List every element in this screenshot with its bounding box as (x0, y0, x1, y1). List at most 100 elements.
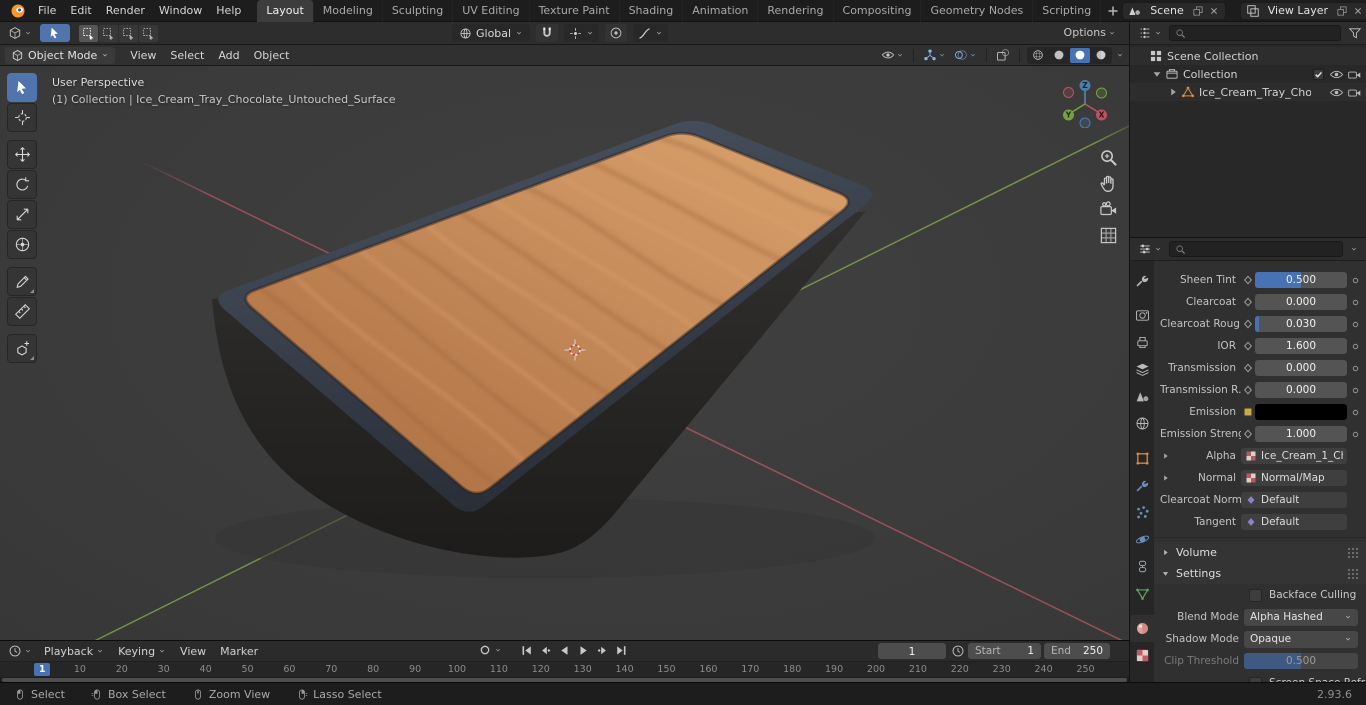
animate-decorator[interactable] (1349, 362, 1362, 375)
tab-world[interactable] (1130, 410, 1154, 437)
backface-culling-checkbox[interactable] (1249, 588, 1262, 602)
tab-object[interactable] (1130, 445, 1154, 472)
menu-item[interactable]: Help (209, 1, 248, 20)
hide-in-viewport-toggle[interactable] (1329, 67, 1344, 82)
panel-drag-grip[interactable] (1347, 568, 1360, 579)
select-mode-extend[interactable] (99, 24, 118, 42)
timeline-menu-item[interactable]: Keying (111, 643, 173, 660)
tool-transform[interactable] (7, 230, 37, 259)
node-socket-icon[interactable] (1241, 383, 1255, 397)
value-slider[interactable]: 0.000 (1255, 382, 1347, 398)
remove-view-layer-button[interactable] (1352, 5, 1364, 17)
properties-search[interactable] (1169, 241, 1343, 257)
value-slider[interactable]: 0.000 (1255, 360, 1347, 376)
tab-tool[interactable] (1130, 267, 1154, 294)
animate-decorator[interactable] (1349, 428, 1362, 441)
select-mode-set[interactable] (79, 24, 98, 42)
animate-decorator[interactable] (1349, 318, 1362, 331)
add-workspace-button[interactable] (1105, 3, 1121, 19)
workspace-tab[interactable]: Sculpting (383, 0, 454, 22)
tool-annotate[interactable] (7, 267, 37, 296)
unlink-scene-button[interactable] (1208, 5, 1220, 17)
node-socket-icon[interactable] (1241, 405, 1255, 419)
gizmo-axis-y-negative[interactable] (1096, 87, 1107, 99)
tab-material[interactable] (1130, 615, 1154, 642)
gizmo-axis-x-negative[interactable] (1063, 87, 1074, 98)
dropdown-field[interactable]: Default (1241, 514, 1347, 530)
menu-item[interactable]: Render (99, 1, 152, 20)
animate-decorator[interactable] (1349, 274, 1362, 287)
tab-scene[interactable] (1130, 383, 1154, 410)
timeline-menu-item[interactable]: Marker (213, 643, 265, 660)
frame-start-field[interactable]: Start 1 (968, 643, 1041, 659)
texture-field[interactable]: Ice_Cream_1_Choc... (1241, 448, 1347, 464)
properties-filter-button[interactable] (1347, 243, 1361, 255)
properties-editor-type-button[interactable] (1135, 240, 1165, 258)
outliner-row[interactable]: Scene Collection (1130, 47, 1366, 65)
current-frame-field[interactable]: 1 (878, 643, 946, 659)
workspace-tab[interactable]: Animation (683, 0, 759, 22)
disclosure-icon[interactable] (1149, 67, 1165, 81)
jump-to-start-button[interactable] (518, 643, 535, 658)
animate-decorator[interactable] (1349, 340, 1362, 353)
show-gizmos-toggle[interactable] (921, 47, 948, 63)
tab-modifiers[interactable] (1130, 472, 1154, 499)
select-mode-subtract[interactable] (119, 24, 138, 42)
tab-texture[interactable] (1130, 642, 1154, 669)
tab-particles[interactable] (1130, 499, 1154, 526)
proportional-falloff-dropdown[interactable] (633, 24, 669, 42)
3d-viewport[interactable]: User Perspective (1) Collection | Ice_Cr… (0, 66, 1129, 640)
value-slider[interactable]: 0.030 (1255, 316, 1347, 332)
disable-in-renders-toggle[interactable] (1347, 67, 1362, 82)
panel-drag-grip[interactable] (1347, 547, 1360, 558)
toggle-projection-button[interactable] (1099, 226, 1118, 245)
xray-toggle[interactable] (994, 47, 1012, 63)
volume-panel-header[interactable]: Volume (1154, 542, 1366, 563)
timeline-menu-item[interactable]: Playback (37, 643, 111, 660)
expand-icon[interactable] (1160, 449, 1171, 463)
disable-in-renders-toggle[interactable] (1347, 85, 1362, 100)
node-socket-icon[interactable] (1241, 427, 1255, 441)
shading-options-chevron-icon[interactable] (1116, 51, 1124, 59)
blend-mode-dropdown[interactable]: Alpha Hashed (1244, 608, 1358, 626)
expand-icon[interactable] (1160, 471, 1171, 485)
outliner-search-input[interactable] (1190, 26, 1335, 40)
timeline-editor-type-button[interactable] (5, 642, 35, 660)
animate-decorator[interactable] (1349, 406, 1362, 419)
tool-scale[interactable] (7, 200, 37, 229)
workspace-tab[interactable]: Geometry Nodes (921, 0, 1034, 22)
properties-search-input[interactable] (1190, 242, 1337, 256)
hide-in-viewport-toggle[interactable] (1329, 85, 1344, 100)
tool-add-cube[interactable] (7, 334, 37, 363)
select-mode-intersect[interactable] (139, 24, 158, 42)
new-scene-button[interactable] (1192, 5, 1204, 17)
tab-object-data[interactable] (1130, 580, 1154, 607)
timeline-ruler[interactable]: 10 20 30 40 50 60 70 80 90 100 110 120 130 140 150 160 1… (0, 661, 1129, 677)
outliner-row[interactable]: Collection (1130, 65, 1366, 83)
add-view-layer-button[interactable] (1336, 5, 1348, 17)
workspace-tab[interactable]: Rendering (758, 0, 834, 22)
tool-cursor[interactable] (7, 103, 37, 132)
editor-type-button[interactable] (5, 24, 35, 42)
animate-decorator[interactable] (1349, 384, 1362, 397)
tool-measure[interactable] (7, 297, 37, 326)
clip-threshold-slider[interactable]: 0.500 (1244, 653, 1358, 669)
shading-rendered[interactable] (1091, 48, 1111, 63)
options-dropdown[interactable]: Options (1061, 24, 1119, 41)
texture-field[interactable]: Normal/Map (1241, 470, 1347, 486)
value-field[interactable]: 1.600 (1255, 338, 1347, 354)
outliner-search[interactable] (1169, 25, 1341, 41)
blender-menu-button[interactable] (10, 3, 26, 19)
frame-end-field[interactable]: End 250 (1044, 643, 1110, 659)
3d-scene[interactable] (0, 66, 1129, 640)
play-button[interactable] (575, 643, 592, 658)
pan-view-button[interactable] (1099, 174, 1118, 193)
auto-keying-toggle[interactable] (478, 643, 502, 657)
menu-item[interactable]: Window (152, 1, 209, 20)
previous-keyframe-button[interactable] (537, 643, 554, 658)
tab-output[interactable] (1130, 329, 1154, 356)
viewport-menu-item[interactable]: Select (163, 46, 211, 65)
tab-physics[interactable] (1130, 526, 1154, 553)
shading-wireframe[interactable] (1028, 48, 1048, 63)
active-tool-button[interactable] (40, 24, 70, 42)
